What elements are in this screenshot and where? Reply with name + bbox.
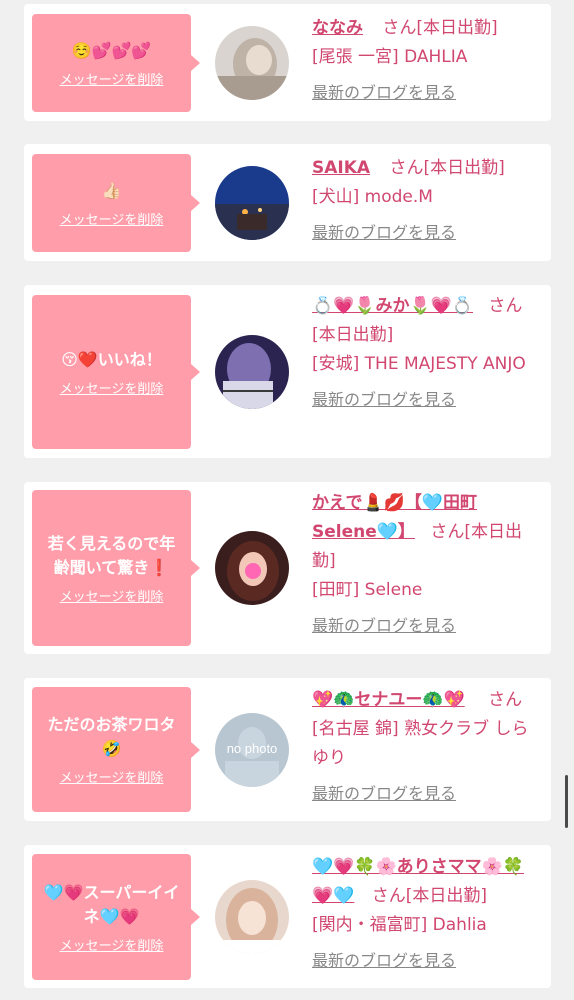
cast-name-link[interactable]: 💍💗🌷みか🌷💗💍 (312, 296, 473, 316)
latest-blog-link[interactable]: 最新のブログを見る (312, 946, 538, 975)
photo-avatar-icon (215, 880, 289, 954)
latest-blog-link[interactable]: 最新のブログを見る (312, 218, 538, 247)
message-bubble: 👍🏻 メッセージを削除 (32, 154, 200, 252)
message-bubble: 🩵💗スーパーイイネ🩵💗 メッセージを削除 (32, 854, 200, 980)
latest-blog-link[interactable]: 最新のブログを見る (312, 779, 538, 808)
delete-message-link[interactable]: メッセージを削除 (60, 767, 164, 786)
cast-name-link[interactable]: ななみ (312, 18, 363, 38)
cast-name-link[interactable]: 💖🦚セナユー🦚💖 (312, 690, 465, 710)
name-suffix: さん (488, 690, 523, 710)
name-suffix: さん (382, 18, 417, 38)
list-item: 😚❤️いいね！ メッセージを削除 💍💗🌷みか🌷💗💍 さん [本日出勤] [安城] … (24, 285, 551, 458)
avatar[interactable]: no photo (215, 713, 289, 787)
cast-info: 💖🦚セナユー🦚💖 さん [名古屋 錦] 熟女クラブ しらゆり 最新のブログを見る (312, 686, 538, 808)
message-text: 😚❤️いいね！ (61, 349, 162, 369)
no-photo-label: no photo (227, 741, 278, 756)
photo-avatar-icon (215, 335, 289, 409)
latest-blog-link[interactable]: 最新のブログを見る (312, 385, 538, 414)
message-text: 若く見えるので年齢聞いて驚き❗️ (47, 533, 176, 577)
avatar[interactable] (215, 531, 289, 605)
status-badge: [本日出勤] (312, 325, 394, 345)
shop-label: [田町] Selene (312, 580, 423, 600)
shop-label: [安城] THE MAJESTY ANJO (312, 354, 526, 374)
name-suffix: さん (430, 522, 465, 542)
delete-message-link[interactable]: メッセージを削除 (60, 69, 164, 88)
delete-message-link[interactable]: メッセージを削除 (60, 378, 164, 397)
avatar[interactable] (215, 335, 289, 409)
shop-label: [尾張 一宮] DAHLIA (312, 47, 468, 67)
status-badge: [本日出勤] (423, 158, 505, 178)
message-bubble: ☺️💕💕💕 メッセージを削除 (32, 14, 200, 112)
message-text: ただのお茶ワロタ🤣 (47, 715, 176, 758)
message-text: 🩵💗スーパーイイネ🩵💗 (43, 882, 180, 926)
message-text: 👍🏻 (101, 180, 122, 200)
list-item: ただのお茶ワロタ🤣 メッセージを削除 no photo 💖🦚セナユー🦚💖 さん … (24, 678, 551, 821)
list-item: 若く見えるので年齢聞いて驚き❗️ メッセージを削除 かえで💄💋【🩵田町Selen… (24, 482, 551, 654)
status-badge: [本日出勤] (416, 18, 498, 38)
no-photo-avatar-icon: no photo (215, 713, 289, 787)
avatar[interactable] (215, 166, 289, 240)
name-suffix: さん (389, 158, 424, 178)
cast-info: 💍💗🌷みか🌷💗💍 さん[本日出勤] [安城] THE MAJESTY ANJO … (312, 292, 538, 414)
cast-info: SAIKA さん[本日出勤] [犬山] mode.M 最新のブログを見る (312, 154, 538, 247)
delete-message-link[interactable]: メッセージを削除 (60, 586, 164, 605)
message-bubble: 😚❤️いいね！ メッセージを削除 (32, 295, 200, 449)
message-bubble: 若く見えるので年齢聞いて驚き❗️ メッセージを削除 (32, 490, 200, 646)
message-bubble: ただのお茶ワロタ🤣 メッセージを削除 (32, 687, 200, 812)
photo-avatar-icon (215, 531, 289, 605)
list-item: ☺️💕💕💕 メッセージを削除 ななみ さん[本日出勤] [尾張 一宮] DAHL… (24, 4, 551, 121)
name-suffix: さん (371, 886, 406, 906)
message-text: ☺️💕💕💕 (71, 40, 152, 60)
photo-avatar-icon (215, 26, 289, 100)
cast-info: 🩵💗🍀🌸ありさママ🌸🍀💗🩵 さん[本日出勤] [関内・福富町] Dahlia 最… (312, 853, 538, 975)
avatar[interactable] (215, 880, 289, 954)
shop-label: [犬山] mode.M (312, 187, 433, 207)
latest-blog-link[interactable]: 最新のブログを見る (312, 78, 538, 107)
cast-name-link[interactable]: SAIKA (312, 158, 370, 178)
scrollbar[interactable] (565, 775, 568, 828)
latest-blog-link[interactable]: 最新のブログを見る (312, 611, 538, 640)
avatar[interactable] (215, 26, 289, 100)
cast-info: かえで💄💋【🩵田町Selene🩵】 さん[本日出勤] [田町] Selene 最… (312, 489, 538, 640)
delete-message-link[interactable]: メッセージを削除 (60, 935, 164, 954)
delete-message-link[interactable]: メッセージを削除 (60, 209, 164, 228)
photo-avatar-icon (215, 166, 289, 240)
status-badge: [本日出勤] (405, 886, 488, 906)
shop-label: [名古屋 錦] 熟女クラブ しらゆり (312, 719, 529, 768)
shop-label: [関内・福富町] Dahlia (312, 915, 487, 935)
list-item: 🩵💗スーパーイイネ🩵💗 メッセージを削除 🩵💗🍀🌸ありさママ🌸🍀💗🩵 さん[本日… (24, 845, 551, 988)
list-item: 👍🏻 メッセージを削除 SAIKA さん[本日出勤] [犬山] mode.M 最… (24, 144, 551, 261)
cast-info: ななみ さん[本日出勤] [尾張 一宮] DAHLIA 最新のブログを見る (312, 14, 538, 107)
name-suffix: さん (488, 296, 523, 316)
